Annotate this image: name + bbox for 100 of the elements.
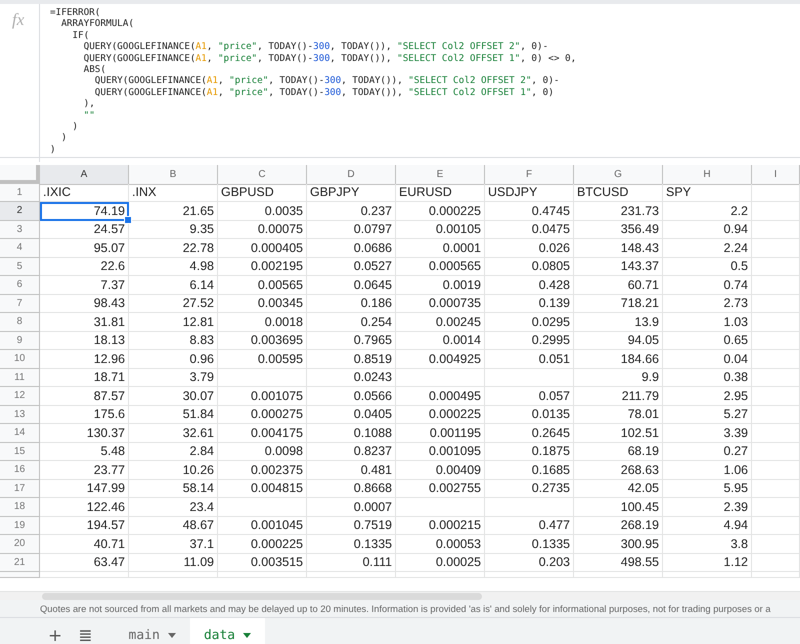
table-cell: 147.99 xyxy=(40,480,129,498)
empty-cell xyxy=(752,239,800,258)
table-cell: SPY xyxy=(663,184,752,202)
column-header[interactable]: D xyxy=(307,165,396,185)
sheet-tab[interactable]: data xyxy=(190,618,266,644)
empty-cell xyxy=(752,442,800,461)
add-sheet-button[interactable]: + xyxy=(40,618,70,644)
row-number[interactable]: 12 xyxy=(0,387,40,406)
table-cell: 0.1335 xyxy=(485,535,574,554)
column-header[interactable]: G xyxy=(574,165,663,185)
column-header[interactable]: B xyxy=(129,165,218,185)
table-cell: 23.4 xyxy=(129,498,218,516)
table-cell: 2.84 xyxy=(129,442,218,461)
row-number[interactable]: 19 xyxy=(0,516,40,535)
table-cell: 0.0014 xyxy=(396,332,485,350)
empty-cell xyxy=(752,406,800,424)
caret-icon xyxy=(243,633,252,638)
table-cell: 0.0566 xyxy=(307,387,396,406)
table-cell: 143.37 xyxy=(574,258,663,276)
table-cell: 268.63 xyxy=(574,461,663,480)
table-cell: 3.39 xyxy=(663,424,752,442)
table-cell: 0.0007 xyxy=(307,498,396,516)
row-number[interactable]: 2 xyxy=(0,202,40,220)
table-cell: 130.37 xyxy=(40,424,129,442)
table-cell: 0.000225 xyxy=(396,202,485,220)
row-number[interactable]: 11 xyxy=(0,368,40,387)
table-cell: 95.07 xyxy=(40,239,129,258)
table-cell: 0.00025 xyxy=(396,554,485,572)
formula-line: "" xyxy=(82,110,95,122)
table-cell: EURUSD xyxy=(396,184,485,202)
table-cell: 2.95 xyxy=(663,387,752,406)
row-number[interactable]: 4 xyxy=(0,239,40,258)
scrollbar-thumb[interactable] xyxy=(42,592,482,600)
empty-cell xyxy=(752,332,800,350)
column-header[interactable]: H xyxy=(663,165,752,185)
fill-handle[interactable] xyxy=(124,216,132,224)
table-cell: 0.000495 xyxy=(396,387,485,406)
table-cell: 102.51 xyxy=(574,424,663,442)
table-cell: 0.7965 xyxy=(307,332,396,350)
table-cell: 0.481 xyxy=(307,461,396,480)
row-number[interactable]: 20 xyxy=(0,535,40,554)
column-header[interactable]: A xyxy=(40,165,129,185)
row-number[interactable]: 7 xyxy=(0,294,40,313)
table-cell: 268.19 xyxy=(574,516,663,535)
table-cell: 2.39 xyxy=(663,498,752,516)
table-cell: 231.73 xyxy=(574,202,663,220)
table-cell: 0.0805 xyxy=(485,258,574,276)
table-cell: 27.52 xyxy=(129,294,218,313)
all-sheets-button[interactable]: ≣ xyxy=(70,618,100,644)
table-cell: 0.5 xyxy=(663,258,752,276)
row-number[interactable]: 16 xyxy=(0,461,40,480)
row-number[interactable]: 9 xyxy=(0,332,40,350)
table-cell: 0.203 xyxy=(485,554,574,572)
column-header[interactable]: F xyxy=(485,165,574,185)
row-number[interactable]: 3 xyxy=(0,220,40,239)
fx-label: fx xyxy=(12,10,24,30)
table-cell: 0.8668 xyxy=(307,480,396,498)
table-cell: 194.57 xyxy=(40,516,129,535)
table-cell: 0.4745 xyxy=(485,202,574,220)
table-cell: 211.79 xyxy=(574,387,663,406)
row-number[interactable]: 17 xyxy=(0,480,40,498)
empty-cell xyxy=(752,184,800,202)
table-cell: 2.2 xyxy=(663,202,752,220)
row-number[interactable]: 6 xyxy=(0,276,40,294)
table-cell: 0.65 xyxy=(663,332,752,350)
sheet-tab[interactable]: main xyxy=(114,618,190,644)
table-cell: 0.000215 xyxy=(396,516,485,535)
row-number[interactable]: 5 xyxy=(0,258,40,276)
table-cell: .IXIC xyxy=(40,184,129,202)
table-cell: 0.186 xyxy=(307,294,396,313)
table-cell: 0.1875 xyxy=(485,442,574,461)
table-cell: 22.78 xyxy=(129,239,218,258)
table-cell: 0.004175 xyxy=(218,424,307,442)
table-cell: 2.73 xyxy=(663,294,752,313)
selected-cell[interactable]: 74.19 xyxy=(40,202,129,220)
row-number[interactable]: 8 xyxy=(0,313,40,332)
empty-cell xyxy=(752,368,800,387)
column-header[interactable]: C xyxy=(218,165,307,185)
table-cell: 0.0527 xyxy=(307,258,396,276)
row-number[interactable]: 15 xyxy=(0,442,40,461)
table-cell: .INX xyxy=(129,184,218,202)
table-cell: 4.94 xyxy=(663,516,752,535)
row-number[interactable]: 1 xyxy=(0,184,40,202)
empty-cell xyxy=(752,202,800,220)
table-cell: 0.0405 xyxy=(307,406,396,424)
row-number[interactable]: 18 xyxy=(0,498,40,516)
empty-cell xyxy=(752,294,800,313)
row-number[interactable]: 13 xyxy=(0,406,40,424)
caret-icon xyxy=(168,633,176,638)
table-cell: 0.477 xyxy=(485,516,574,535)
table-cell: 8.83 xyxy=(129,332,218,350)
row-number[interactable]: 21 xyxy=(0,554,40,572)
table-cell: 0.1335 xyxy=(307,535,396,554)
table-cell: 0.8237 xyxy=(307,442,396,461)
table-cell: 0.8519 xyxy=(307,350,396,368)
table-cell: 0.38 xyxy=(663,368,752,387)
row-number[interactable]: 14 xyxy=(0,424,40,442)
column-header[interactable]: I xyxy=(752,165,800,185)
row-number[interactable]: 10 xyxy=(0,350,40,368)
column-header[interactable]: E xyxy=(396,165,485,185)
